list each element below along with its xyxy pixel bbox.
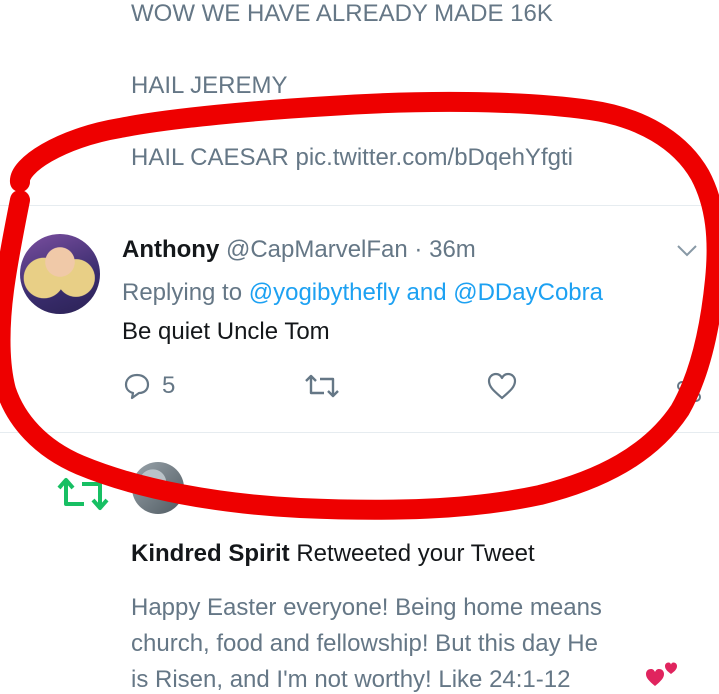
replying-label: Replying to <box>122 279 243 306</box>
notification-body-line-3: is Risen, and I'm not worthy! Like 24:1-… <box>131 666 571 693</box>
retweeter-name[interactable]: Kindred Spirit <box>131 540 290 567</box>
chevron-down-icon[interactable] <box>676 244 698 258</box>
prev-tweet-text: HAIL CAESAR <box>131 144 296 171</box>
like-button[interactable] <box>486 371 518 401</box>
notification-body-line-1: Happy Easter everyone! Being home means <box>131 594 602 621</box>
notification-action: Retweeted your Tweet <box>289 540 535 567</box>
retweet-button[interactable] <box>302 371 342 401</box>
divider <box>0 205 719 206</box>
divider <box>0 432 719 433</box>
red-annotation-circle <box>0 91 719 520</box>
reply-icon <box>122 371 152 401</box>
tweet-text: Be quiet Uncle Tom <box>122 318 330 345</box>
notification-header: Kindred Spirit Retweeted your Tweet <box>131 540 535 568</box>
retweet-notification-icon <box>56 476 110 512</box>
pic-link[interactable]: pic.twitter.com/bDqehYfgti <box>296 144 573 171</box>
reply-button[interactable]: 5 <box>122 371 175 401</box>
author-handle[interactable]: @CapMarvelFan <box>226 236 408 263</box>
replying-to: Replying to @yogibythefly and @DDayCobra <box>122 279 603 307</box>
prev-tweet-line-1: WOW WE HAVE ALREADY MADE 16K <box>131 0 553 27</box>
reply-count: 5 <box>162 372 176 399</box>
like-icon <box>486 371 518 401</box>
tweet-time: 36m <box>429 236 476 263</box>
retweet-icon <box>302 371 342 401</box>
author-name[interactable]: Anthony <box>122 236 219 263</box>
avatar[interactable] <box>20 234 100 314</box>
prev-tweet-line-3: HAIL CAESAR pic.twitter.com/bDqehYfgti <box>131 144 573 172</box>
share-icon <box>676 370 706 402</box>
replying-users-link[interactable]: @yogibythefly and @DDayCobra <box>249 279 603 306</box>
header-separator: · <box>414 236 423 263</box>
heart-emoji-icon <box>644 660 680 688</box>
tweet-header: Anthony @CapMarvelFan · 36m <box>122 236 476 264</box>
prev-tweet-line-2: HAIL JEREMY <box>131 72 288 99</box>
avatar[interactable] <box>132 462 184 514</box>
notification-body-line-2: church, food and fellowship! But this da… <box>131 630 598 657</box>
share-button[interactable] <box>676 370 706 402</box>
